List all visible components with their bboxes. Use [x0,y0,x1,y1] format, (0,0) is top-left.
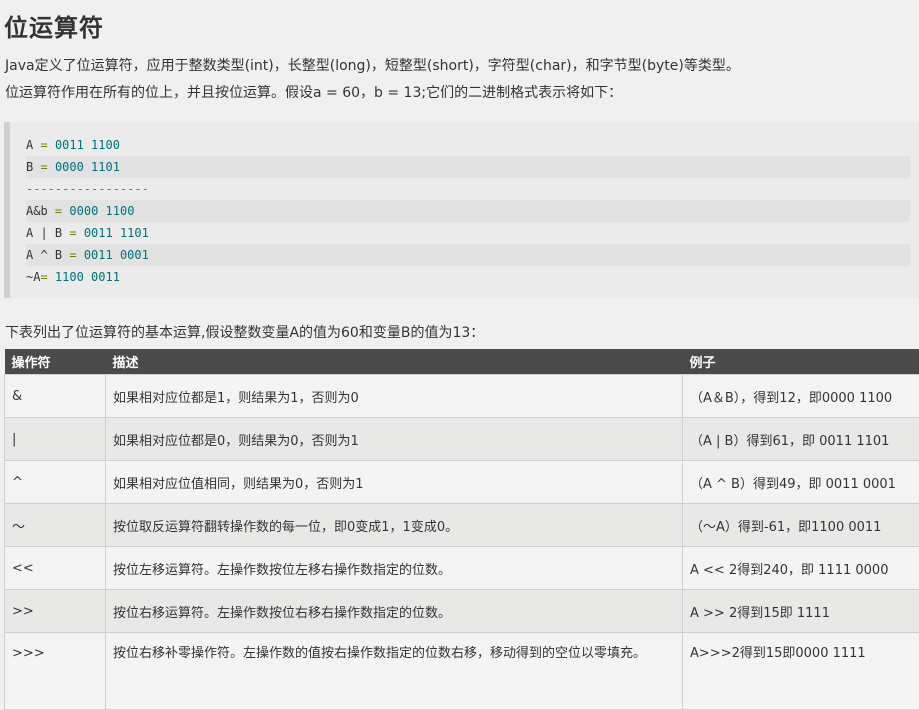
operators-table: 操作符 描述 例子 & 如果相对应位都是1，则结果为1，否则为0 （A＆B），得… [4,349,919,710]
page-title: 位运算符 [4,8,104,43]
table-row: >>> 按位右移补零操作符。左操作数的值按右操作数指定的位数右移，移动得到的空位… [5,633,919,710]
operator-cell: >> [5,590,106,633]
intro-paragraph-1: Java定义了位运算符，应用于整数类型(int)，长整型(long)，短整型(s… [5,55,740,75]
description-cell: 如果相对应位都是1，则结果为1，否则为0 [106,375,683,418]
header-description: 描述 [106,349,683,375]
description-cell: 按位右移补零操作符。左操作数的值按右操作数指定的位数右移，移动得到的空位以零填充… [106,633,683,710]
code-block: A = 0011 1100 B = 0000 1101 ------------… [4,122,919,298]
code-line-separator: ----------------- [26,178,153,200]
code-line-not: ~A= 1100 0011 [26,266,124,288]
operator-cell: | [5,418,106,461]
code-line-a: A = 0011 1100 [26,134,124,156]
header-operator: 操作符 [5,349,106,375]
example-cell: （〜A）得到-61，即1100 0011 [683,504,919,547]
operator-cell: ^ [5,461,106,504]
example-cell: A >> 2得到15即 1111 [683,590,919,633]
example-cell: （A | B）得到61，即 0011 1101 [683,418,919,461]
example-cell: A>>>2得到15即0000 1111 [683,633,919,710]
table-row: >> 按位右移运算符。左操作数按位右移右操作数指定的位数。 A >> 2得到15… [5,590,919,633]
table-row: << 按位左移运算符。左操作数按位左移右操作数指定的位数。 A << 2得到24… [5,547,919,590]
description-cell: 按位右移运算符。左操作数按位右移右操作数指定的位数。 [106,590,683,633]
table-header-row: 操作符 描述 例子 [5,349,919,375]
description-cell: 如果相对应位值相同，则结果为0，否则为1 [106,461,683,504]
code-line-xor: A ^ B = 0011 0001 [26,244,910,266]
example-cell: （A ^ B）得到49，即 0011 0001 [683,461,919,504]
article: 位运算符 Java定义了位运算符，应用于整数类型(int)，长整型(long)，… [0,0,919,702]
table-row: 〜 按位取反运算符翻转操作数的每一位，即0变成1，1变成0。 （〜A）得到-61… [5,504,919,547]
operator-cell: << [5,547,106,590]
code-line-or: A | B = 0011 1101 [26,222,153,244]
operator-cell: 〜 [5,504,106,547]
header-example: 例子 [683,349,919,375]
table-row: ^ 如果相对应位值相同，则结果为0，否则为1 （A ^ B）得到49，即 001… [5,461,919,504]
code-line-and: A&b = 0000 1100 [26,200,910,222]
example-cell: A << 2得到240，即 1111 0000 [683,547,919,590]
table-row: & 如果相对应位都是1，则结果为1，否则为0 （A＆B），得到12，即0000 … [5,375,919,418]
operator-cell: >>> [5,633,106,710]
operator-cell: & [5,375,106,418]
table-row: | 如果相对应位都是0，则结果为0，否则为1 （A | B）得到61，即 001… [5,418,919,461]
code-line-b: B = 0000 1101 [26,156,910,178]
example-cell: （A＆B），得到12，即0000 1100 [683,375,919,418]
description-cell: 按位左移运算符。左操作数按位左移右操作数指定的位数。 [106,547,683,590]
table-intro: 下表列出了位运算符的基本运算,假设整数变量A的值为60和变量B的值为13： [5,322,484,342]
description-cell: 如果相对应位都是0，则结果为0，否则为1 [106,418,683,461]
description-cell: 按位取反运算符翻转操作数的每一位，即0变成1，1变成0。 [106,504,683,547]
intro-paragraph-2: 位运算符作用在所有的位上，并且按位运算。假设a = 60，b = 13;它们的二… [5,82,622,102]
